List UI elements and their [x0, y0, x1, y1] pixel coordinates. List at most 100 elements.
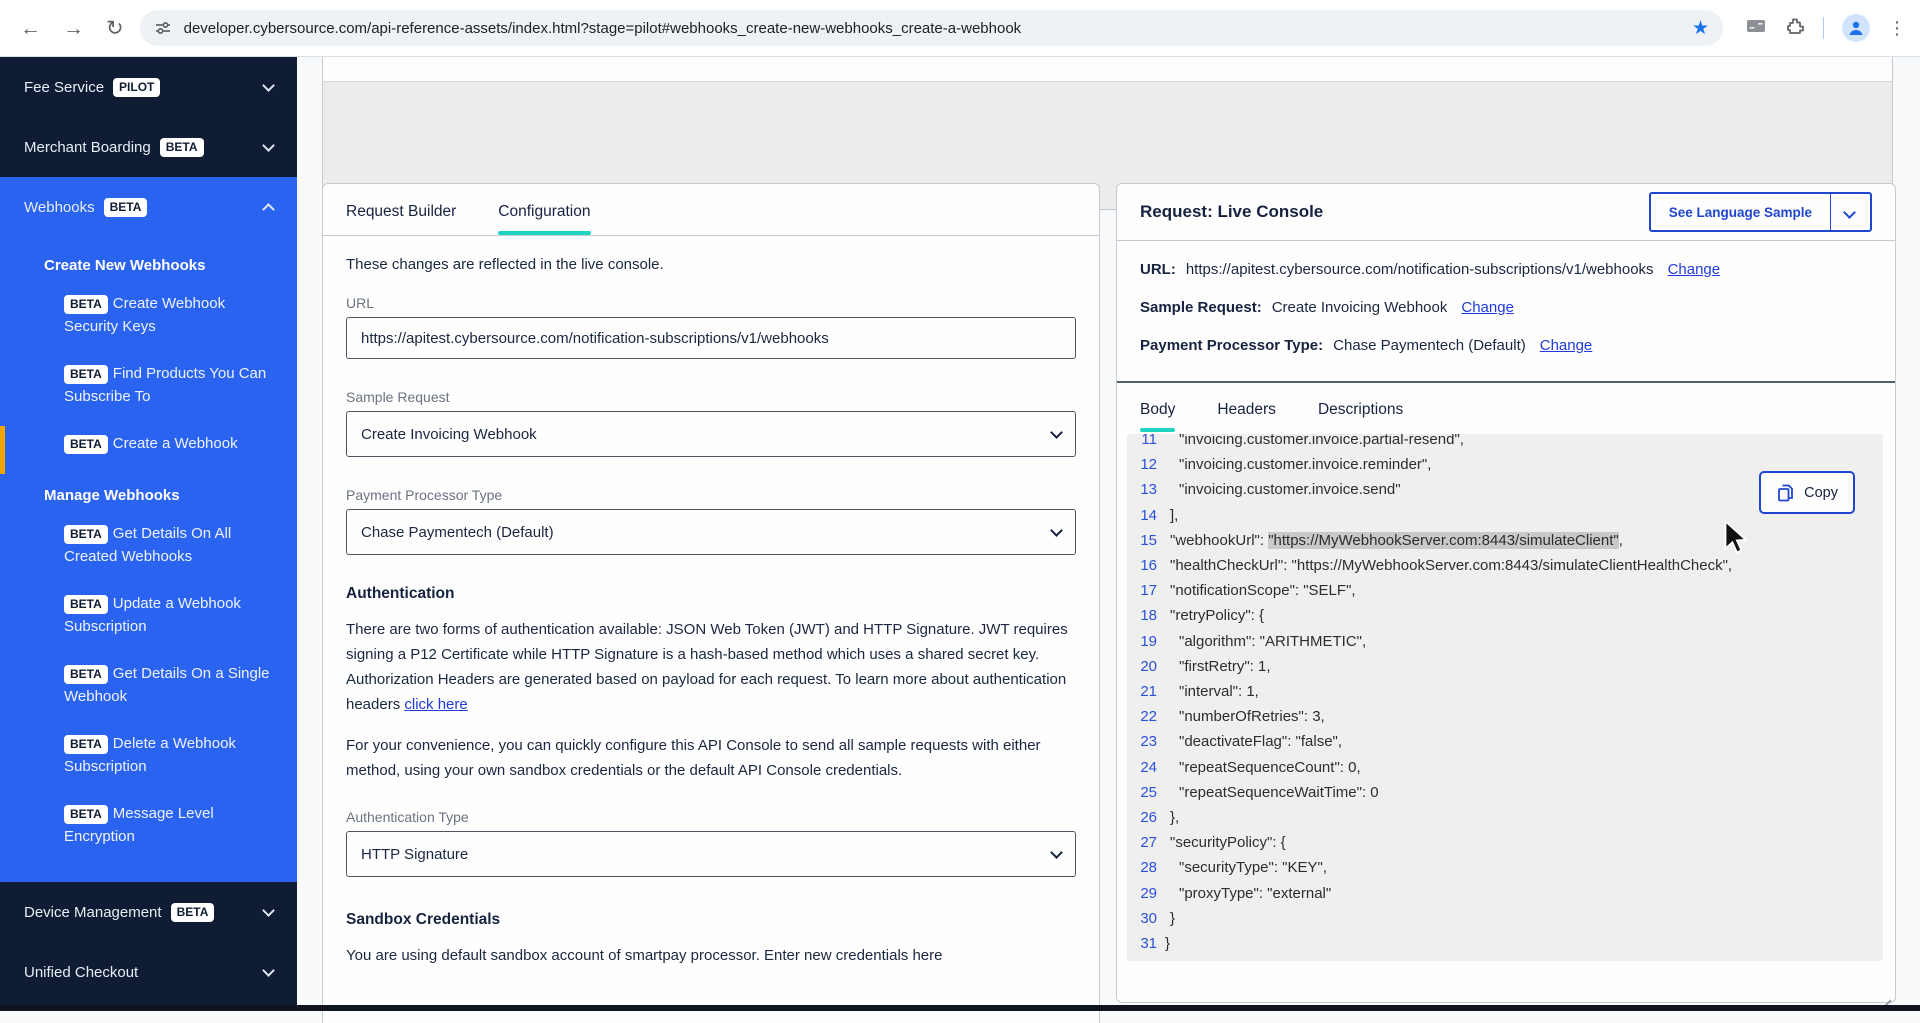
code-line-31: 31}	[1127, 931, 1883, 956]
sidebar-item-message-level-encryption[interactable]: BETAMessage Level Encryption	[0, 790, 297, 860]
code-line-text: "deactivateFlag": "false",	[1165, 729, 1342, 754]
sample-request-select[interactable]: Create Invoicing Webhook	[346, 411, 1076, 457]
code-line-15: 15"webhookUrl": "https://MyWebhookServer…	[1127, 528, 1883, 553]
authentication-paragraph-2: For your convenience, you can quickly co…	[346, 733, 1076, 783]
code-line-text: "numberOfRetries": 3,	[1165, 704, 1325, 729]
profile-avatar[interactable]	[1842, 14, 1870, 42]
beta-badge: BETA	[64, 735, 108, 754]
sandbox-credentials-note: You are using default sandbox account of…	[346, 943, 1076, 968]
chevron-down-icon	[1050, 846, 1063, 859]
sidebar-nav: Fee ServicePILOTMerchant BoardingBETA We…	[0, 57, 297, 1011]
console-info-row-payment-processor-type: Payment Processor Type:Chase Paymentech …	[1140, 337, 1872, 354]
sidebar-item-label-wrap: Device ManagementBETA	[24, 903, 214, 922]
forward-icon[interactable]: →	[63, 18, 84, 39]
code-line-number: 22	[1127, 704, 1157, 729]
request-body-code[interactable]: 11"invoicing.customer.invoice.partial-re…	[1127, 434, 1883, 961]
sidebar-item-merchant-boarding[interactable]: Merchant BoardingBETA	[0, 117, 297, 177]
processor-select[interactable]: Chase Paymentech (Default)	[346, 509, 1076, 555]
sidebar-item-update-a-webhook-subscription[interactable]: BETAUpdate a Webhook Subscription	[0, 580, 297, 650]
chevron-down-icon	[262, 79, 275, 92]
address-bar[interactable]: developer.cybersource.com/api-reference-…	[140, 10, 1723, 46]
console-tab-body[interactable]: Body	[1140, 383, 1175, 432]
change-link[interactable]: Change	[1540, 337, 1593, 354]
code-line-number: 27	[1127, 830, 1157, 855]
code-line-number: 12	[1127, 452, 1157, 477]
sidebar-item-fee-service[interactable]: Fee ServicePILOT	[0, 57, 297, 117]
code-line-text: "invoicing.customer.invoice.reminder",	[1165, 452, 1431, 477]
chevron-down-icon	[1843, 206, 1856, 219]
code-line-number: 31	[1127, 931, 1157, 956]
code-line-27: 27"securityPolicy": {	[1127, 830, 1883, 855]
processor-value: Chase Paymentech (Default)	[361, 524, 554, 541]
code-line-number: 17	[1127, 578, 1157, 603]
active-tab-underline	[498, 231, 590, 235]
payment-card-icon[interactable]	[1745, 17, 1767, 40]
change-link[interactable]: Change	[1461, 299, 1514, 316]
sidebar-item-unified-checkout[interactable]: Unified Checkout	[0, 942, 297, 1002]
main-content: Request BuilderConfiguration These chang…	[297, 57, 1920, 1011]
code-line-number: 24	[1127, 755, 1157, 780]
click-here-link[interactable]: click here	[404, 696, 467, 713]
sidebar-item-delete-a-webhook-subscription[interactable]: BETADelete a Webhook Subscription	[0, 720, 297, 790]
active-tab-underline	[1140, 428, 1175, 432]
code-line-text: ],	[1165, 503, 1178, 528]
url-input[interactable]: https://apitest.cybersource.com/notifica…	[346, 317, 1076, 359]
processor-label: Payment Processor Type	[346, 487, 1076, 503]
console-tab-descriptions[interactable]: Descriptions	[1318, 383, 1403, 432]
toolbar-separator	[1823, 17, 1824, 39]
console-tab-headers[interactable]: Headers	[1217, 383, 1276, 432]
info-value: Chase Paymentech (Default)	[1333, 337, 1526, 354]
code-line-26: 26},	[1127, 805, 1883, 830]
see-language-sample-button[interactable]: See Language Sample	[1649, 192, 1872, 232]
tab-request-builder[interactable]: Request Builder	[346, 184, 456, 235]
info-value: Create Invoicing Webhook	[1272, 299, 1448, 316]
browser-toolbar: ← → ↻ developer.cybersource.com/api-refe…	[0, 0, 1920, 57]
code-line-text: "securityType": "KEY",	[1165, 855, 1327, 880]
menu-kebab-icon[interactable]: ⋮	[1888, 18, 1906, 39]
change-link[interactable]: Change	[1668, 261, 1721, 278]
auth-type-value: HTTP Signature	[361, 846, 468, 863]
info-label: URL:	[1140, 261, 1176, 278]
sidebar-item-get-details-on-a-single-webhook[interactable]: BETAGet Details On a Single Webhook	[0, 650, 297, 720]
reload-icon[interactable]: ↻	[106, 18, 124, 39]
sidebar-item-create-webhook-security-keys[interactable]: BETACreate Webhook Security Keys	[0, 280, 297, 350]
back-icon[interactable]: ←	[20, 18, 41, 39]
sidebar-item-get-details-on-all-created-webhooks[interactable]: BETAGet Details On All Created Webhooks	[0, 510, 297, 580]
live-console-panel: Request: Live Console See Language Sampl…	[1116, 183, 1896, 1003]
url-label: URL	[346, 295, 1076, 311]
site-settings-icon[interactable]	[154, 19, 172, 37]
chevron-down-icon	[262, 964, 275, 977]
beta-badge: BETA	[64, 365, 108, 384]
code-line-25: 25"repeatSequenceWaitTime": 0	[1127, 780, 1883, 805]
copy-button[interactable]: Copy	[1759, 471, 1855, 514]
beta-badge: BETA	[64, 435, 108, 454]
extensions-icon[interactable]	[1785, 16, 1805, 41]
code-line-28: 28"securityType": "KEY",	[1127, 855, 1883, 880]
sidebar-item-find-products-you-can-subscribe-to[interactable]: BETAFind Products You Can Subscribe To	[0, 350, 297, 420]
code-line-number: 23	[1127, 729, 1157, 754]
tab-configuration[interactable]: Configuration	[498, 184, 590, 235]
auth-type-select[interactable]: HTTP Signature	[346, 831, 1076, 877]
code-line-23: 23 "deactivateFlag": "false",	[1127, 729, 1883, 754]
sidebar-item-create-a-webhook[interactable]: BETACreate a Webhook	[0, 420, 297, 467]
sidebar-item-device-management[interactable]: Device ManagementBETA	[0, 882, 297, 942]
code-line-text: },	[1165, 805, 1179, 830]
code-line-text: "notificationScope": "SELF",	[1165, 578, 1356, 603]
code-line-text: "invoicing.customer.invoice.send"	[1165, 477, 1401, 502]
info-value: https://apitest.cybersource.com/notifica…	[1186, 261, 1654, 278]
url-text[interactable]: developer.cybersource.com/api-reference-…	[184, 20, 1682, 37]
sidebar-item-webhooks[interactable]: Webhooks BETA	[0, 177, 297, 237]
sidebar-group-title-create-new-webhooks: Create New Webhooks	[0, 237, 297, 280]
console-info-block: URL: https://apitest.cybersource.com/noti…	[1117, 241, 1895, 383]
tab-label: Descriptions	[1318, 401, 1403, 418]
console-info-row-sample-request: Sample Request:Create Invoicing WebhookC…	[1140, 299, 1872, 316]
tab-label: Configuration	[498, 203, 590, 220]
beta-badge: BETA	[160, 138, 204, 157]
auth-type-label: Authentication Type	[346, 809, 1076, 825]
code-line-11: 11"invoicing.customer.invoice.partial-re…	[1127, 434, 1883, 452]
code-line-24: 24"repeatSequenceCount": 0,	[1127, 755, 1883, 780]
bookmark-star-icon[interactable]: ★	[1692, 17, 1709, 40]
scrolled-section-body	[323, 57, 1892, 82]
code-line-number: 11	[1127, 434, 1157, 452]
chevron-up-icon	[262, 203, 275, 216]
